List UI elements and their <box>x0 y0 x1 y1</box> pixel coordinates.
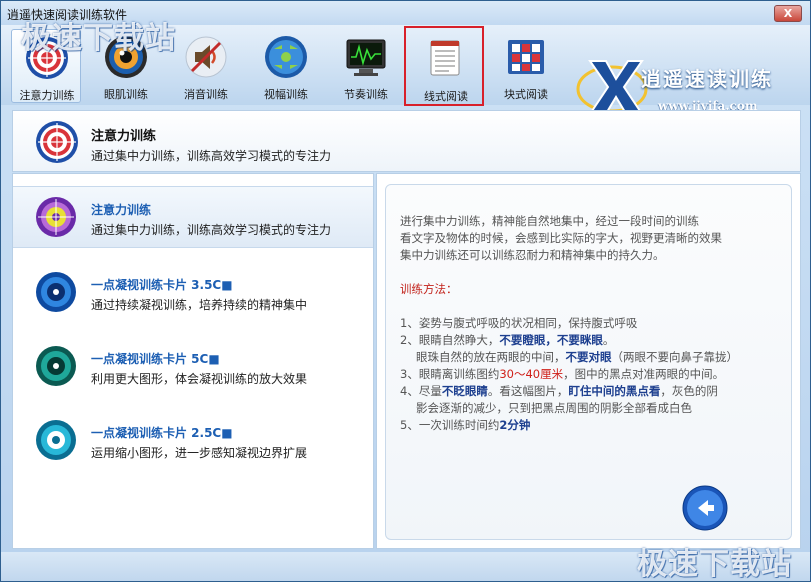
toolbar-label: 线式阅读 <box>424 90 468 103</box>
list-item-desc: 通过持续凝视训练，培养持续的精神集中 <box>91 298 308 312</box>
grid-blocks-icon <box>508 40 544 74</box>
step-2: 2、眼睛自然睁大，不要瞪眼，不要眯眼。 <box>400 333 615 347</box>
intro-line: 进行集中力训练，精神能自然地集中，经过一段时间的训练 <box>400 214 699 228</box>
blue-dot-card-icon <box>36 272 76 312</box>
watermark-bottom: 极速下载站 <box>637 547 792 582</box>
toolbar-label: 块式阅读 <box>504 88 548 101</box>
toolbar-label: 眼肌训练 <box>104 88 148 101</box>
close-button[interactable]: X <box>774 5 802 22</box>
step-2-detail: 眼珠自然的放在两眼的中间，不要对眼（两眼不要向鼻子靠拢） <box>416 350 738 364</box>
toolbar-rhythm-training[interactable]: 节奏训练 <box>331 29 401 103</box>
instructions-text: 进行集中力训练，精神能自然地集中，经过一段时间的训练 看文字及物体的时候，会感到… <box>400 213 790 434</box>
list-item-title: 注意力训练 <box>91 203 152 217</box>
intro-line: 集中力训练还可以训练忍耐力和精神集中的持久力。 <box>400 248 665 262</box>
notepad-icon <box>430 40 460 76</box>
step-4-detail: 影会逐渐的减少，只到把黑点周围的阴影全部看成白色 <box>416 401 692 415</box>
start-arrow-button[interactable] <box>682 485 728 531</box>
list-item[interactable]: 注意力训练 通过集中力训练，训练高效学习模式的专注力 <box>13 186 373 248</box>
list-item-desc: 运用缩小图形，进一步感知凝视边界扩展 <box>91 446 308 460</box>
toolbar-vision-span-training[interactable]: 视幅训练 <box>251 29 321 103</box>
instructions-box: 进行集中力训练，精神能自然地集中，经过一段时间的训练 看文字及物体的时候，会感到… <box>385 184 792 540</box>
list-item[interactable]: 一点凝视训练卡片 3.5C■ 通过持续凝视训练，培养持续的精神集中 <box>13 262 373 324</box>
training-list: 注意力训练 通过集中力训练，训练高效学习模式的专注力 一点凝视训练卡片 3.5C… <box>12 173 374 549</box>
current-module-header: 注意力训练 通过集中力训练，训练高效学习模式的专注力 <box>12 110 801 172</box>
toolbar-label: 注意力训练 <box>19 89 75 102</box>
toolbar-block-reading[interactable]: 块式阅读 <box>491 29 561 103</box>
cyan-dot-card-icon <box>36 420 76 460</box>
step-5: 5、一次训练时间约2分钟 <box>400 418 531 432</box>
list-item-desc: 通过集中力训练，训练高效学习模式的专注力 <box>91 223 332 237</box>
intro-line: 看文字及物体的时候，会感到比实际的字大，视野更清晰的效果 <box>400 231 722 245</box>
list-item-desc: 利用更大图形，体会凝视训练的放大效果 <box>91 372 308 386</box>
header-title: 注意力训练 <box>91 129 157 144</box>
list-item-title: 一点凝视训练卡片 5C■ <box>91 352 220 366</box>
step-1: 1、姿势与腹式呼吸的状况相同，保持腹式呼吸 <box>400 316 638 330</box>
method-label: 训练方法： <box>400 282 458 296</box>
header-description: 通过集中力训练，训练高效学习模式的专注力 <box>91 149 332 163</box>
list-item-title: 一点凝视训练卡片 2.5C■ <box>91 426 233 440</box>
toolbar-label: 视幅训练 <box>264 88 308 101</box>
teal-dot-card-icon <box>36 346 76 386</box>
toolbar-line-reading[interactable]: 线式阅读 <box>404 26 484 106</box>
step-3: 3、眼睛离训练图约30～40厘米，图中的黑点对准两眼的中间。 <box>400 367 725 381</box>
watermark-top: 极速下载站 <box>21 21 176 56</box>
mute-icon <box>185 36 227 78</box>
toolbar-label: 节奏训练 <box>344 88 388 101</box>
list-item[interactable]: 一点凝视训练卡片 2.5C■ 运用缩小图形，进一步感知凝视边界扩展 <box>13 410 373 472</box>
list-item[interactable]: 一点凝视训练卡片 5C■ 利用更大图形，体会凝视训练的放大效果 <box>13 336 373 398</box>
target-icon <box>36 121 78 163</box>
info-panel: 进行集中力训练，精神能自然地集中，经过一段时间的训练 看文字及物体的时候，会感到… <box>376 173 801 549</box>
vision-span-icon <box>265 36 307 78</box>
monitor-wave-icon <box>346 39 386 76</box>
brand-title: 逍遥速读训练 <box>641 67 773 91</box>
list-item-title: 一点凝视训练卡片 3.5C■ <box>91 278 233 292</box>
purple-target-icon <box>36 197 76 237</box>
app-window: 逍遥快速阅读训练软件 X 注意力训练 眼肌训练 消音训练 视幅训练 节奏训练 线… <box>0 0 811 582</box>
toolbar-mute-training[interactable]: 消音训练 <box>171 29 241 103</box>
step-4: 4、尽量不眨眼睛。看这幅图片，盯住中间的黑点看，灰色的阴 <box>400 384 718 398</box>
toolbar-label: 消音训练 <box>184 88 228 101</box>
